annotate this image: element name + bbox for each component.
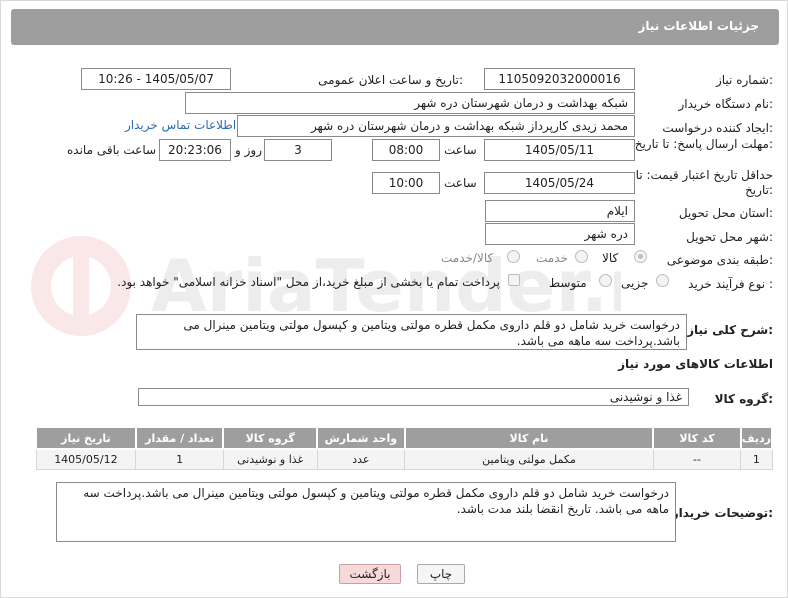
treasury-payment-note: پرداخت تمام یا بخشی از مبلغ خرید،از محل … [117, 275, 500, 289]
announce-label: تاریخ و ساعت اعلان عمومی: [318, 73, 463, 87]
reply-time-label: ساعت [444, 143, 477, 157]
goods-table-header: ردیف کد کالا نام کالا واحد شمارش گروه کا… [35, 426, 774, 450]
days-field[interactable]: 3 [264, 139, 332, 161]
goods-table: ردیف کد کالا نام کالا واحد شمارش گروه کا… [35, 426, 774, 470]
city-field[interactable]: دره شهر [485, 223, 635, 245]
category-option-goods: کالا [602, 251, 619, 265]
buyer-notes-text: درخواست خرید شامل دو قلم داروی مکمل قطره… [83, 486, 669, 516]
cell-row: 1 [740, 448, 773, 470]
need-number-field[interactable]: 1105092032000016 [484, 68, 635, 90]
summary-text: درخواست خرید شامل دو قلم داروی مکمل قطره… [183, 318, 680, 348]
province-label: استان محل تحویل: [678, 206, 773, 220]
goods-group-label: گروه کالا: [714, 392, 773, 406]
buyer-notes-textarea[interactable]: درخواست خرید شامل دو قلم داروی مکمل قطره… [56, 482, 676, 542]
need-number-label: شماره نیاز: [715, 73, 773, 87]
price-time-field[interactable]: 10:00 [372, 172, 440, 194]
requester-field[interactable]: محمد زیدی کارپرداز شبکه بهداشت و درمان ش… [237, 115, 635, 137]
process-radio-minor[interactable] [656, 274, 669, 287]
requester-label: ایجاد کننده درخواست: [662, 121, 773, 135]
page-frame: AriaTender.neT جزئیات اطلاعات نیاز شماره… [0, 0, 788, 598]
remaining-label: ساعت باقی مانده [67, 143, 157, 157]
province-field[interactable]: ایلام [485, 200, 635, 222]
buyer-org-field[interactable]: شبکه بهداشت و درمان شهرستان دره شهر [185, 92, 635, 114]
process-radio-medium[interactable] [599, 274, 612, 287]
category-radio-both[interactable] [507, 250, 520, 263]
reply-time-field[interactable]: 08:00 [372, 139, 440, 161]
announce-field[interactable]: 1405/05/07 - 10:26 [81, 68, 231, 90]
col-unit: واحد شمارش [316, 426, 406, 450]
col-date: تاریخ نیاز [35, 426, 137, 450]
col-code: کد کالا [652, 426, 742, 450]
price-deadline-label: حداقل تاریخ اعتبار قیمت: تا تاریخ: [635, 168, 773, 197]
goods-group-field[interactable]: غذا و نوشیدنی [138, 388, 689, 406]
cell-code: -- [652, 448, 742, 470]
remaining-time-field[interactable]: 20:23:06 [159, 139, 231, 161]
page-title: جزئیات اطلاعات نیاز [638, 19, 759, 33]
table-row: 1 -- مکمل مولتی ویتامین عدد غذا و نوشیدن… [35, 448, 773, 470]
category-option-both: کالا/خدمت [441, 251, 494, 265]
cell-group: غذا و نوشیدنی [222, 448, 318, 470]
buyer-notes-label: توضیحات خریدار: [671, 506, 773, 520]
cell-unit: عدد [316, 448, 406, 470]
col-qty: تعداد / مقدار [134, 426, 225, 450]
price-date-field[interactable]: 1405/05/24 [484, 172, 635, 194]
col-row: ردیف [739, 426, 774, 450]
page-header: جزئیات اطلاعات نیاز [11, 9, 779, 45]
category-radio-goods[interactable] [634, 250, 647, 263]
city-label: شهر محل تحویل: [686, 230, 773, 244]
treasury-payment-checkbox[interactable] [508, 274, 520, 286]
days-label: روز و [235, 143, 262, 157]
print-button[interactable]: چاپ [417, 564, 465, 584]
process-option-medium: متوسط [549, 276, 587, 290]
process-option-minor: جزیی [621, 276, 649, 290]
cell-qty: 1 [135, 448, 224, 470]
category-radio-service[interactable] [575, 250, 588, 263]
buyer-org-label: نام دستگاه خریدار: [678, 97, 774, 111]
buyer-contact-link[interactable]: اطلاعات تماس خریدار [125, 118, 236, 132]
back-button[interactable]: بازگشت [339, 564, 401, 584]
col-group: گروه کالا [222, 426, 319, 450]
reply-date-field[interactable]: 1405/05/11 [484, 139, 635, 161]
goods-info-title: اطلاعات کالاهای مورد نیاز [618, 357, 773, 371]
category-option-service: خدمت [536, 251, 568, 265]
category-label: طبقه بندی موضوعی: [666, 253, 773, 267]
process-label: نوع فرآیند خرید : [688, 277, 773, 291]
reply-deadline-label: مهلت ارسال پاسخ: تا تاریخ: [634, 137, 773, 151]
price-time-label: ساعت [444, 176, 477, 190]
cell-date: 1405/05/12 [35, 448, 137, 470]
summary-label: شرح کلی نیاز: [687, 323, 773, 337]
summary-textarea[interactable]: درخواست خرید شامل دو قلم داروی مکمل قطره… [136, 314, 687, 350]
col-name: نام کالا [403, 426, 655, 450]
cell-name: مکمل مولتی ویتامین [404, 448, 654, 470]
